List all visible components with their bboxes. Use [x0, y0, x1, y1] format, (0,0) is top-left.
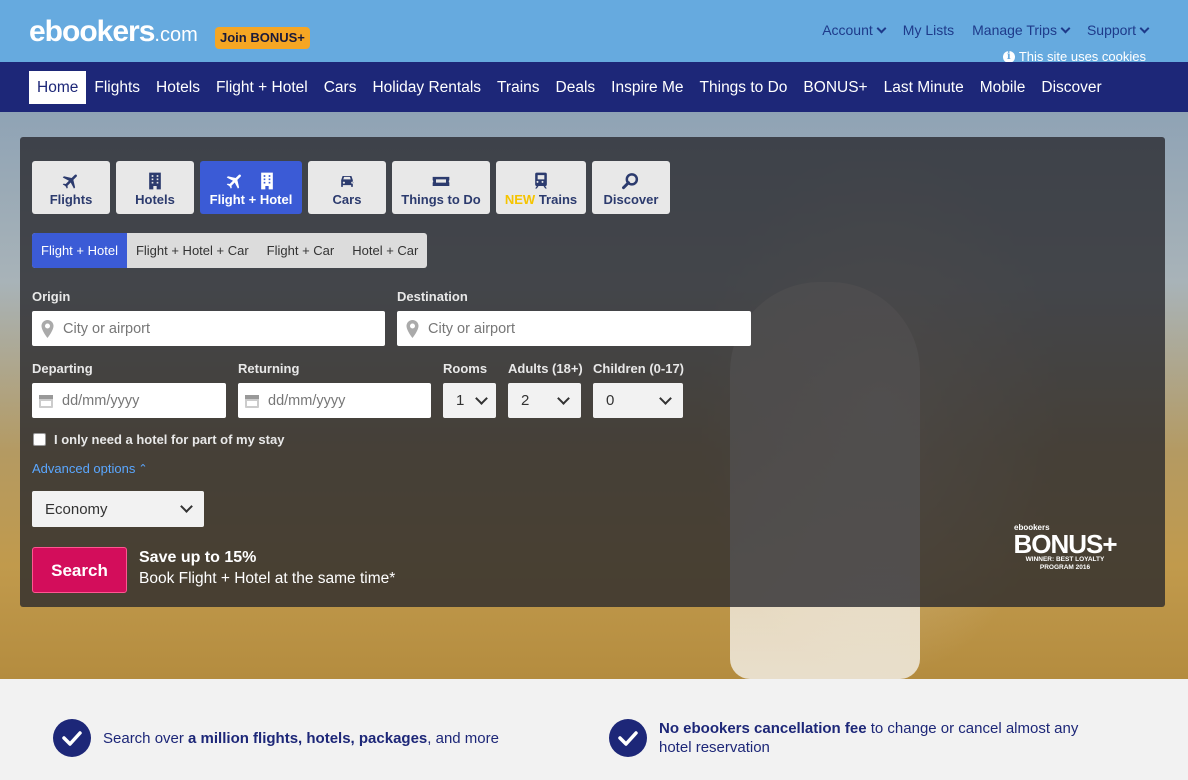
chevron-down-icon — [557, 391, 570, 405]
origin-input[interactable]: City or airport — [32, 311, 385, 346]
tab-flight-hotel[interactable]: Flight + Hotel — [200, 161, 302, 214]
subtab-flight-hotel[interactable]: Flight + Hotel — [32, 233, 127, 268]
search-icon — [622, 173, 639, 190]
manage-trips-menu[interactable]: Manage Trips — [972, 22, 1071, 38]
tab-cars[interactable]: Cars — [308, 161, 386, 214]
returning-date-input[interactable]: dd/mm/yyyy — [238, 383, 431, 418]
nav-discover[interactable]: Discover — [1033, 71, 1109, 104]
chevron-down-icon — [659, 391, 672, 405]
destination-label: Destination — [397, 289, 468, 304]
nav-inspire-me[interactable]: Inspire Me — [603, 71, 691, 104]
plane-icon — [62, 174, 77, 189]
calendar-icon — [245, 394, 259, 408]
account-links: Account My Lists Manage Trips Support — [822, 22, 1150, 38]
nav-mobile[interactable]: Mobile — [972, 71, 1034, 104]
product-tabs: Flights Hotels Flight + Hotel Cars Thing… — [32, 161, 670, 214]
location-pin-icon — [406, 319, 419, 338]
tab-trains[interactable]: NEW Trains — [496, 161, 586, 214]
chevron-down-icon — [1139, 23, 1150, 33]
nav-hotels[interactable]: Hotels — [148, 71, 208, 104]
nav-things-to-do[interactable]: Things to Do — [692, 71, 796, 104]
subtab-flight-hotel-car[interactable]: Flight + Hotel + Car — [127, 233, 258, 268]
nav-bonus[interactable]: BONUS+ — [795, 71, 875, 104]
origin-label: Origin — [32, 289, 71, 304]
subtab-hotel-car[interactable]: Hotel + Car — [343, 233, 427, 268]
partial-stay-checkbox[interactable] — [33, 433, 46, 446]
nav-trains[interactable]: Trains — [489, 71, 548, 104]
info-icon: i — [1002, 50, 1015, 63]
car-icon — [341, 176, 354, 187]
promo-text: Save up to 15% Book Flight + Hotel at th… — [139, 549, 396, 587]
returning-label: Returning — [238, 361, 300, 376]
cabin-class-select[interactable]: Economy — [32, 491, 204, 527]
partial-stay-option[interactable]: I only need a hotel for part of my stay — [33, 432, 284, 447]
departing-date-input[interactable]: dd/mm/yyyy — [32, 383, 226, 418]
train-icon — [535, 172, 547, 189]
nav-last-minute[interactable]: Last Minute — [876, 71, 972, 104]
chevron-down-icon — [475, 391, 488, 405]
tab-flights[interactable]: Flights — [32, 161, 110, 214]
bonus-award-badge: ebookers BONUS+ WINNER: BEST LOYALTY PRO… — [1013, 523, 1117, 571]
tab-things-to-do[interactable]: Things to Do — [392, 161, 490, 214]
destination-input[interactable]: City or airport — [397, 311, 751, 346]
nav-flights[interactable]: Flights — [86, 71, 148, 104]
checkmark-icon — [609, 719, 647, 757]
rooms-select[interactable]: 1 — [443, 383, 496, 418]
departing-label: Departing — [32, 361, 93, 376]
children-label: Children (0-17) — [593, 361, 685, 376]
feature-search: Search over a million flights, hotels, p… — [53, 719, 499, 757]
account-menu[interactable]: Account — [822, 22, 887, 38]
chevron-up-icon: ⌃ — [138, 463, 148, 475]
ebookers-logo[interactable]: ebookers.com — [29, 14, 198, 53]
nav-flight-hotel[interactable]: Flight + Hotel — [208, 71, 316, 104]
chevron-down-icon — [1060, 23, 1071, 33]
tab-discover[interactable]: Discover — [592, 161, 670, 214]
my-lists-link[interactable]: My Lists — [903, 22, 954, 38]
package-subtabs: Flight + Hotel Flight + Hotel + Car Flig… — [32, 233, 428, 268]
ticket-icon — [432, 176, 450, 186]
chevron-down-icon — [876, 23, 887, 33]
tab-hotels[interactable]: Hotels — [116, 161, 194, 214]
nav-cars[interactable]: Cars — [316, 71, 365, 104]
children-select[interactable]: 0 — [593, 383, 683, 418]
join-bonus-button[interactable]: Join BONUS+ — [215, 27, 310, 49]
hotel-icon — [149, 172, 161, 190]
adults-label: Adults (18+) — [508, 361, 583, 376]
calendar-icon — [39, 394, 53, 408]
adults-select[interactable]: 2 — [508, 383, 581, 418]
checkmark-icon — [53, 719, 91, 757]
nav-holiday-rentals[interactable]: Holiday Rentals — [364, 71, 489, 104]
chevron-down-icon — [180, 500, 193, 513]
rooms-label: Rooms — [443, 361, 488, 376]
support-menu[interactable]: Support — [1087, 22, 1150, 38]
top-bar: ebookers.com Join BONUS+ Account My List… — [0, 0, 1188, 64]
nav-home[interactable]: Home — [29, 71, 87, 104]
subtab-flight-car[interactable]: Flight + Car — [258, 233, 344, 268]
search-button[interactable]: Search — [32, 547, 127, 593]
hotel-icon — [261, 172, 273, 190]
plane-icon — [226, 174, 241, 189]
nav-deals[interactable]: Deals — [548, 71, 604, 104]
location-pin-icon — [41, 319, 54, 338]
main-nav: Home Flights Hotels Flight + Hotel Cars … — [0, 62, 1188, 112]
advanced-options-link[interactable]: Advanced options ⌃ — [32, 461, 148, 476]
feature-cancellation: No ebookers cancellation fee to change o… — [609, 719, 1079, 757]
